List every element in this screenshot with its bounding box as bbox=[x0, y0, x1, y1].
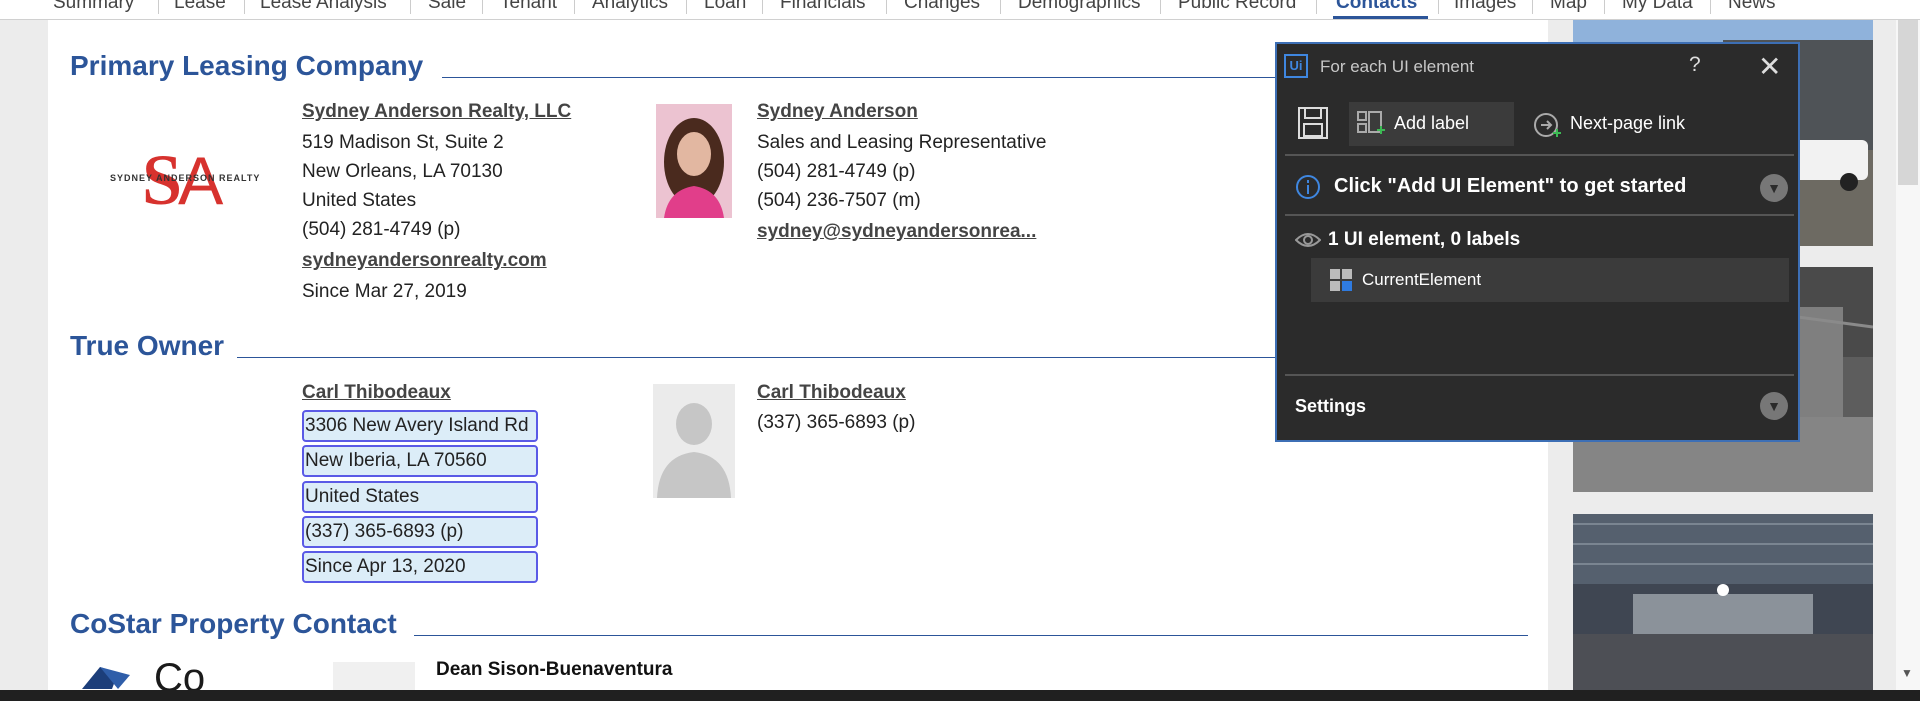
add-label-button[interactable]: Add label bbox=[1349, 102, 1514, 146]
tab-tenant[interactable]: Tenant bbox=[500, 0, 557, 14]
tab-separator bbox=[244, 0, 245, 14]
dialog-title: For each UI element bbox=[1320, 57, 1475, 76]
owner-address-line1[interactable]: 3306 New Avery Island Rd bbox=[302, 410, 538, 442]
owner-name-link[interactable]: Carl Thibodeaux bbox=[302, 382, 451, 404]
close-button[interactable]: ✕ bbox=[1758, 50, 1781, 83]
section-title-true-owner: True Owner bbox=[70, 330, 225, 361]
for-each-ui-element-dialog: Ui For each UI element ? ✕ Add label Nex… bbox=[1275, 42, 1800, 442]
company-website-link[interactable]: sydneyandersonrealty.com bbox=[302, 250, 547, 272]
tab-map[interactable]: Map bbox=[1550, 0, 1587, 14]
dialog-divider bbox=[1285, 214, 1794, 216]
owner-address-line2[interactable]: New Iberia, LA 70560 bbox=[302, 445, 538, 477]
add-label-text: Add label bbox=[1394, 113, 1470, 133]
next-page-link-button[interactable]: Next-page link bbox=[1529, 102, 1729, 146]
help-button[interactable]: ? bbox=[1689, 53, 1701, 77]
tab-lease-analysis[interactable]: Lease Analysis bbox=[260, 0, 387, 14]
tab-separator bbox=[886, 0, 887, 14]
section-title-costar-contact: CoStar Property Contact bbox=[70, 608, 397, 639]
company-phone: (504) 281-4749 (p) bbox=[302, 219, 461, 240]
tab-separator bbox=[1160, 0, 1161, 14]
section-title-primary-leasing: Primary Leasing Company bbox=[70, 50, 424, 81]
owner-phone[interactable]: (337) 365-6893 (p) bbox=[302, 516, 538, 548]
dialog-divider bbox=[1285, 374, 1794, 376]
next-page-link-icon bbox=[1533, 111, 1561, 139]
tab-separator bbox=[1000, 0, 1001, 14]
costar-logo: Co bbox=[78, 663, 268, 690]
tab-separator bbox=[1710, 0, 1711, 14]
tab-news[interactable]: News bbox=[1728, 0, 1776, 14]
tab-separator bbox=[1316, 0, 1317, 14]
uipath-logo-icon: Ui bbox=[1284, 54, 1308, 78]
tab-summary[interactable]: Summary bbox=[53, 0, 134, 14]
tab-sale[interactable]: Sale bbox=[428, 0, 466, 14]
tab-financials[interactable]: Financials bbox=[780, 0, 866, 14]
tab-separator bbox=[1438, 0, 1439, 14]
scroll-down-arrow-icon[interactable]: ▼ bbox=[1901, 666, 1913, 680]
chevron-down-icon[interactable]: ▼ bbox=[1760, 392, 1788, 420]
tab-images[interactable]: Images bbox=[1454, 0, 1516, 14]
tab-changes[interactable]: Changes bbox=[904, 0, 980, 14]
tab-analytics[interactable]: Analytics bbox=[592, 0, 668, 14]
tab-separator bbox=[410, 0, 411, 14]
chevron-down-icon[interactable]: ▼ bbox=[1760, 174, 1788, 202]
tab-contacts[interactable]: Contacts bbox=[1336, 0, 1417, 14]
eye-icon[interactable] bbox=[1294, 230, 1322, 250]
section-rule bbox=[442, 77, 1276, 78]
save-icon[interactable] bbox=[1297, 106, 1329, 140]
settings-label[interactable]: Settings bbox=[1295, 396, 1366, 417]
section-rule bbox=[237, 357, 1276, 358]
tab-bar: Summary Lease Lease Analysis Sale Tenant… bbox=[0, 0, 1920, 20]
taskbar bbox=[0, 690, 1920, 701]
company-address-line1: 519 Madison St, Suite 2 bbox=[302, 132, 504, 153]
contact-role: Sales and Leasing Representative bbox=[757, 132, 1047, 153]
owner-country[interactable]: United States bbox=[302, 481, 538, 513]
contact-photo bbox=[656, 104, 732, 218]
tab-separator bbox=[762, 0, 763, 14]
svg-text:Co: Co bbox=[154, 663, 205, 690]
tab-separator bbox=[686, 0, 687, 14]
costar-contact-name: Dean Sison-Buenaventura bbox=[436, 659, 673, 680]
tab-public-record[interactable]: Public Record bbox=[1178, 0, 1296, 14]
logo-text: SYDNEY ANDERSON REALTY bbox=[110, 173, 261, 183]
ui-element-icon bbox=[1329, 268, 1353, 292]
current-element-label: CurrentElement bbox=[1362, 270, 1482, 289]
add-label-icon bbox=[1357, 110, 1385, 138]
contact-phone: (504) 281-4749 (p) bbox=[757, 161, 916, 182]
company-logo: S A SYDNEY ANDERSON REALTY bbox=[108, 138, 259, 220]
contact-email-link[interactable]: sydney@sydneyandersonrea... bbox=[757, 221, 1036, 243]
tab-lease[interactable]: Lease bbox=[174, 0, 226, 14]
tab-separator bbox=[574, 0, 575, 14]
scrollbar-thumb[interactable] bbox=[1898, 20, 1918, 185]
section-rule bbox=[414, 635, 1528, 636]
contact-mobile: (504) 236-7507 (m) bbox=[757, 190, 921, 211]
tab-loan[interactable]: Loan bbox=[704, 0, 746, 14]
tab-separator bbox=[482, 0, 483, 14]
owner-avatar-placeholder bbox=[653, 384, 735, 498]
company-since: Since Mar 27, 2019 bbox=[302, 281, 467, 302]
next-page-link-text: Next-page link bbox=[1570, 113, 1686, 133]
tab-demographics[interactable]: Demographics bbox=[1018, 0, 1141, 14]
current-element-row[interactable]: CurrentElement bbox=[1311, 258, 1789, 302]
hint-text: Click "Add UI Element" to get started bbox=[1334, 175, 1687, 197]
company-country: United States bbox=[302, 190, 417, 211]
tab-separator bbox=[1604, 0, 1605, 14]
company-name-link[interactable]: Sydney Anderson Realty, LLC bbox=[302, 101, 571, 123]
owner-contact-name-link[interactable]: Carl Thibodeaux bbox=[757, 382, 906, 404]
tab-my-data[interactable]: My Data bbox=[1622, 0, 1693, 14]
owner-since[interactable]: Since Apr 13, 2020 bbox=[302, 551, 538, 583]
contact-name-link[interactable]: Sydney Anderson bbox=[757, 101, 918, 123]
element-summary: 1 UI element, 0 labels bbox=[1328, 229, 1521, 250]
tab-separator bbox=[1532, 0, 1533, 14]
dialog-divider bbox=[1285, 154, 1794, 156]
tab-separator bbox=[158, 0, 159, 14]
info-icon bbox=[1295, 174, 1321, 200]
owner-contact-phone: (337) 365-6893 (p) bbox=[757, 412, 916, 433]
property-photo-3[interactable] bbox=[1573, 514, 1873, 690]
company-address-line2: New Orleans, LA 70130 bbox=[302, 161, 503, 182]
